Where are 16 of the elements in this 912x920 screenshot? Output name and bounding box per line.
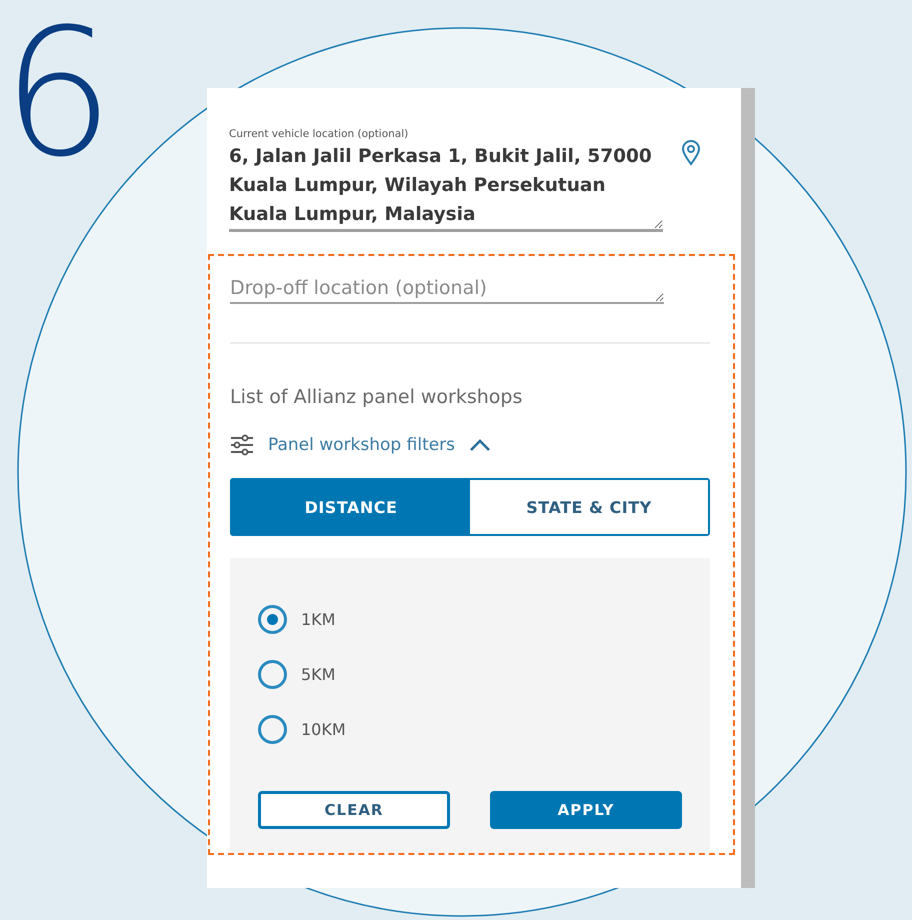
radio-label: 10KM [301,720,346,739]
filter-tab[interactable]: DISTANCE [232,480,470,534]
location-pin-icon[interactable] [681,140,701,166]
radio-button[interactable] [258,715,287,744]
clear-button[interactable]: CLEAR [258,791,450,829]
field-label: Current vehicle location (optional) [229,128,410,140]
radio-button[interactable] [258,605,287,634]
filters-toggle[interactable]: Panel workshop filters [230,434,492,456]
sliders-icon [230,434,254,456]
apply-button[interactable]: APPLY [490,791,682,829]
chevron-icon [469,438,492,452]
step-number: 6 [2,6,114,182]
radio-label: 1KM [301,610,336,629]
radio-label: 5KM [301,665,336,684]
radio-button[interactable] [258,660,287,689]
section-heading: List of Allianz panel workshops [230,386,524,408]
